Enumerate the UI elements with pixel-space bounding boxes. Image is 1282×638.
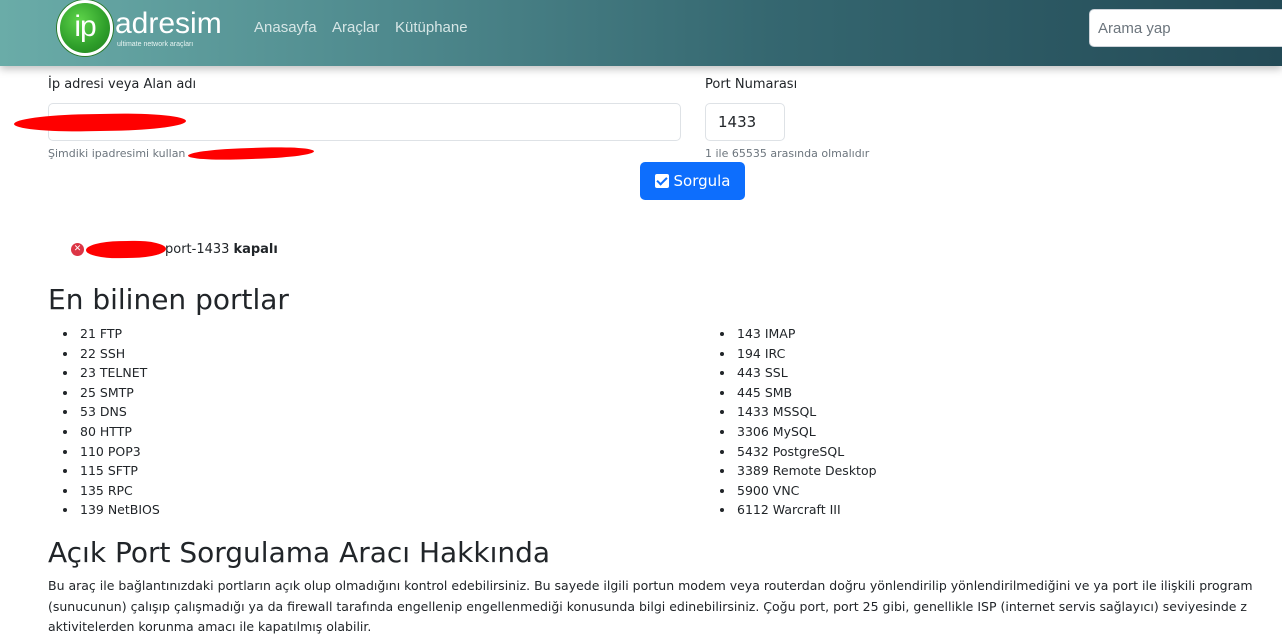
about-line: Bu araç ile bağlantınızdaki portların aç… [48, 578, 1253, 593]
list-item: 135 RPC [48, 481, 688, 501]
list-item: 3306 MySQL [705, 422, 1265, 442]
use-my-ip-link[interactable]: Şimdiki ipadresimi kullan [48, 147, 185, 160]
redaction-mark [187, 145, 315, 162]
port-label: Port Numarası [705, 77, 798, 92]
about-line: aktivitelerden korunma amacı ile kapatıl… [48, 619, 372, 634]
result-port-text: port-1433 [165, 242, 230, 257]
result-status: kapalı [233, 242, 278, 257]
list-item: 139 NetBIOS [48, 500, 688, 520]
logo-ip-text: ip [74, 10, 96, 43]
ports-list-left: 21 FTP 22 SSH 23 TELNET 25 SMTP 53 DNS 8… [48, 324, 688, 520]
list-item: 25 SMTP [48, 383, 688, 403]
logo-tagline: ultimate network araçları [117, 41, 194, 48]
submit-button[interactable]: Sorgula [640, 162, 745, 200]
logo-name[interactable]: adresim [115, 9, 222, 39]
list-item: 143 IMAP [705, 324, 1265, 344]
list-item: 194 IRC [705, 344, 1265, 364]
list-item: 23 TELNET [48, 363, 688, 383]
ports-list-right: 143 IMAP 194 IRC 443 SSL 445 SMB 1433 MS… [705, 324, 1265, 520]
list-item: 53 DNS [48, 402, 688, 422]
search-input[interactable] [1089, 9, 1282, 47]
port-input[interactable] [705, 103, 785, 141]
about-section-title: Açık Port Sorgulama Aracı Hakkında [48, 536, 551, 569]
list-item: 443 SSL [705, 363, 1265, 383]
about-paragraph: Bu araç ile bağlantınızdaki portların aç… [48, 576, 1282, 638]
nav-link-tools[interactable]: Araçlar [332, 19, 380, 36]
list-item: 80 HTTP [48, 422, 688, 442]
checkbox-check-icon [654, 174, 669, 188]
nav-link-home[interactable]: Anasayfa [254, 19, 317, 36]
nav-link-library[interactable]: Kütüphane [395, 19, 468, 36]
ports-section-title: En bilinen portlar [48, 283, 289, 316]
list-item: 115 SFTP [48, 461, 688, 481]
list-item: 1433 MSSQL [705, 402, 1265, 422]
top-navbar: ip adresim ultimate network araçları Ana… [0, 0, 1282, 66]
ip-label: İp adresi veya Alan adı [48, 77, 197, 92]
list-item: 110 POP3 [48, 442, 688, 462]
list-item: 21 FTP [48, 324, 688, 344]
port-help-text: 1 ile 65535 arasında olmalıdır [705, 147, 870, 160]
closed-x-icon: ✕ [71, 243, 84, 256]
list-item: 6112 Warcraft III [705, 500, 1265, 520]
list-item: 5432 PostgreSQL [705, 442, 1265, 462]
about-line: (sunucunun) çalışıp çalışmadığı ya da fi… [48, 598, 1247, 614]
list-item: 22 SSH [48, 344, 688, 364]
list-item: 5900 VNC [705, 481, 1265, 501]
submit-button-label: Sorgula [673, 172, 731, 190]
list-item: 3389 Remote Desktop [705, 461, 1265, 481]
logo-icon[interactable]: ip [57, 0, 113, 56]
list-item: 445 SMB [705, 383, 1265, 403]
